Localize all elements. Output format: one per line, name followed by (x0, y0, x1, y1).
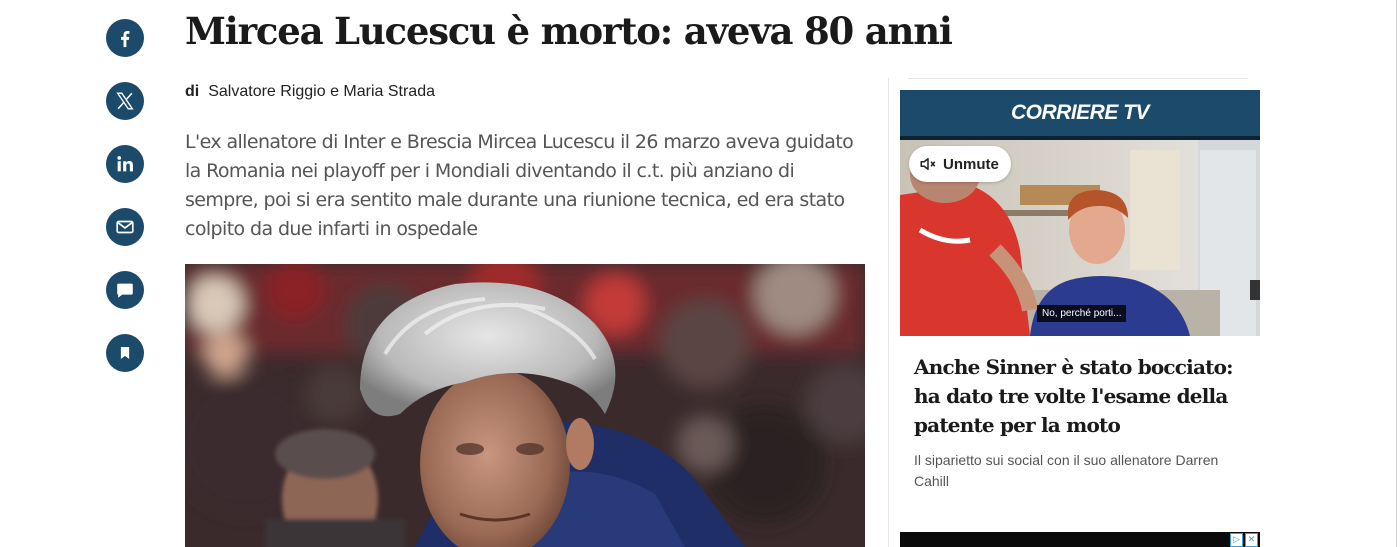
sidebar-headline[interactable]: Anche Sinner è stato bocciato: ha dato t… (914, 353, 1254, 440)
article-summary: L'ex allenatore di Inter e Brescia Mirce… (185, 131, 854, 240)
video-frame[interactable]: Unmute No, perché porti... (900, 140, 1260, 336)
page-edge (1396, 0, 1397, 547)
video-caption: No, perché porti... (1037, 305, 1127, 322)
sidebar-subheadline: Il siparietto sui social con il suo alle… (914, 452, 1219, 489)
byline-prefix: di (185, 83, 200, 100)
adchoices-icon[interactable]: ▷ ✕ (1230, 533, 1258, 547)
facebook-icon (121, 30, 130, 48)
corriere-tv-player[interactable]: CORRIERE TV Unmute No, perché porti... (900, 90, 1260, 340)
comment-icon (117, 283, 133, 298)
x-icon (116, 92, 134, 110)
corriere-tv-logo: CORRIERE TV (1010, 101, 1150, 124)
x-share-button[interactable] (106, 82, 144, 120)
tv-header: CORRIERE TV (900, 90, 1260, 140)
linkedin-share-button[interactable] (106, 145, 144, 183)
sidebar-top-rule (908, 78, 1248, 79)
byline: di Salvatore Riggio e Maria Strada (185, 83, 435, 101)
email-share-button[interactable] (106, 208, 144, 246)
share-bar (106, 19, 144, 397)
hero-image[interactable] (185, 264, 865, 547)
sidebar-divider (888, 78, 889, 547)
bookmark-icon (120, 347, 130, 359)
email-icon (116, 220, 134, 234)
article-headline: Mircea Lucescu è morto: aveva 80 anni (185, 9, 953, 53)
unmute-button[interactable]: Unmute (909, 146, 1011, 182)
linkedin-icon (117, 156, 133, 172)
ad-slot[interactable]: ▷ ✕ (900, 532, 1260, 547)
mute-icon (920, 158, 936, 170)
comment-button[interactable] (106, 271, 144, 309)
bookmark-button[interactable] (106, 334, 144, 372)
byline-authors[interactable]: Salvatore Riggio e Maria Strada (208, 83, 435, 100)
unmute-label: Unmute (943, 155, 999, 173)
facebook-share-button[interactable] (106, 19, 144, 57)
